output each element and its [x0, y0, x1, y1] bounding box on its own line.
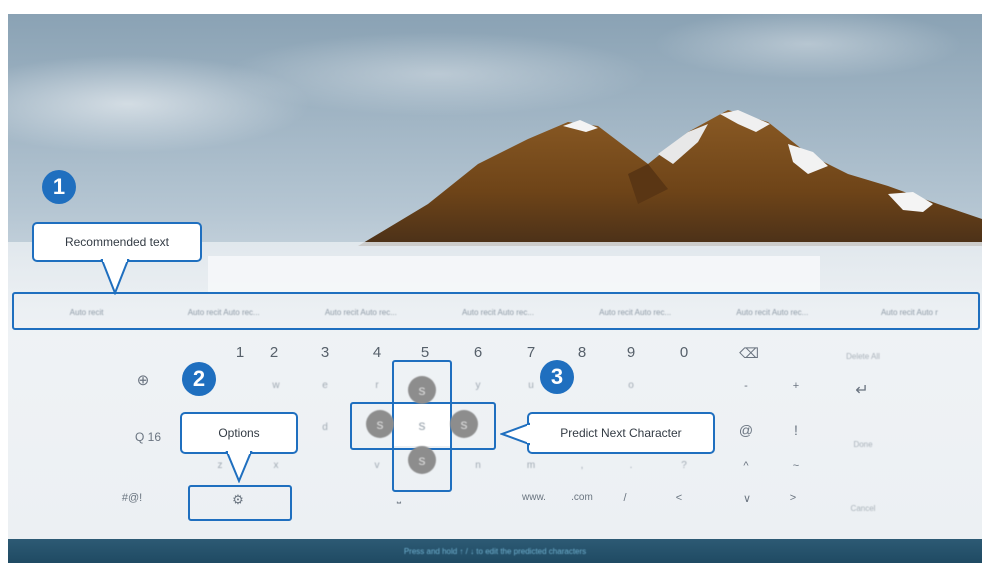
predict-next-callout: Predict Next Character — [527, 412, 715, 454]
key-m[interactable]: m — [511, 460, 551, 471]
cancel-button[interactable]: Cancel — [828, 504, 898, 513]
space-key[interactable]: ⎵ — [379, 492, 419, 505]
cursor-down-key[interactable]: ∨ — [727, 492, 767, 505]
enter-icon[interactable]: ↵ — [842, 380, 882, 400]
key-plus[interactable]: + — [776, 380, 816, 392]
key-e[interactable]: e — [305, 380, 345, 391]
key-tilde[interactable]: ~ — [776, 460, 816, 472]
predicted-char-up: s — [408, 376, 436, 404]
key-3[interactable]: 3 — [305, 344, 345, 361]
badge-3: 3 — [540, 360, 574, 394]
key-r[interactable]: r — [357, 380, 397, 391]
key-at[interactable]: @ — [726, 422, 766, 438]
predict-callout-pointer — [500, 422, 530, 446]
recommended-callout-pointer — [100, 259, 130, 295]
key-comma[interactable]: , — [562, 460, 602, 471]
badge-1: 1 — [42, 170, 76, 204]
language-toggle[interactable]: Q 16 — [120, 430, 176, 444]
hint-bar: Press and hold ↑ / ↓ to edit the predict… — [8, 539, 982, 563]
key-v[interactable]: v — [357, 460, 397, 471]
key-0[interactable]: 0 — [664, 344, 704, 361]
key-6[interactable]: 6 — [458, 344, 498, 361]
tv-screen: Auto recit Auto recit Auto rec... Auto r… — [8, 14, 982, 563]
key-4[interactable]: 4 — [357, 344, 397, 361]
predicted-char-down: s — [408, 446, 436, 474]
predicted-char-left: s — [366, 410, 394, 438]
options-highlight — [188, 485, 292, 521]
recommended-text-highlight — [12, 292, 980, 330]
key-2[interactable]: 2 — [254, 344, 294, 361]
options-callout-pointer — [225, 451, 253, 483]
backspace-icon[interactable]: ⌫ — [729, 345, 769, 362]
done-button[interactable]: Done — [828, 440, 898, 449]
key-o[interactable]: o — [611, 380, 651, 391]
key-w[interactable]: w — [256, 380, 296, 391]
key-8[interactable]: 8 — [562, 344, 602, 361]
recommended-text-callout: Recommended text — [32, 222, 202, 262]
key-exclaim[interactable]: ! — [776, 422, 816, 438]
key-d[interactable]: d — [305, 422, 345, 433]
com-key[interactable]: .com — [558, 492, 606, 503]
key-5[interactable]: 5 — [405, 344, 445, 361]
options-callout: Options — [180, 412, 298, 454]
key-caret[interactable]: ^ — [726, 460, 766, 472]
cursor-left-key[interactable]: < — [659, 492, 699, 504]
cursor-right-key[interactable]: > — [773, 492, 813, 504]
key-question[interactable]: ? — [664, 460, 704, 471]
text-input-field[interactable] — [208, 256, 820, 294]
symbols-key[interactable]: #@! — [104, 492, 160, 504]
key-7[interactable]: 7 — [511, 344, 551, 361]
dpad-down[interactable]: s — [394, 432, 450, 488]
key-n[interactable]: n — [458, 460, 498, 471]
slash-key[interactable]: / — [605, 492, 645, 504]
key-y[interactable]: y — [458, 380, 498, 391]
key-x[interactable]: x — [256, 460, 296, 471]
globe-icon[interactable]: ⊕ — [123, 371, 163, 389]
key-9[interactable]: 9 — [611, 344, 651, 361]
delete-all-button[interactable]: Delete All — [828, 352, 898, 361]
hint-text: Press and hold ↑ / ↓ to edit the predict… — [403, 546, 587, 556]
predicted-char-right: s — [450, 410, 478, 438]
key-minus[interactable]: - — [726, 380, 766, 392]
key-period[interactable]: . — [611, 460, 651, 471]
badge-2: 2 — [182, 362, 216, 396]
www-key[interactable]: www. — [510, 492, 558, 503]
